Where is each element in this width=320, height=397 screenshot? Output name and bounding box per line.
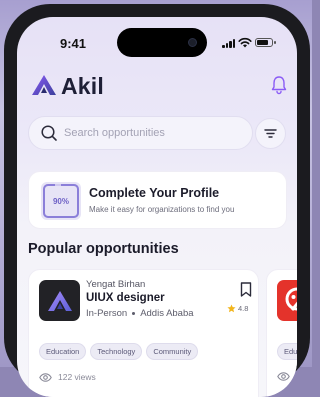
tag-list: Education Technology Community xyxy=(39,343,199,360)
wifi-icon xyxy=(238,37,252,48)
status-time: 9:41 xyxy=(60,36,87,51)
cellular-signal-icon xyxy=(222,39,236,48)
job-meta: In-Person Addis Ababa xyxy=(86,308,194,319)
akil-logo-icon xyxy=(32,75,56,95)
job-location: Addis Ababa xyxy=(140,308,194,319)
dynamic-island xyxy=(117,28,207,57)
rating-value: 4.8 xyxy=(238,304,249,313)
filter-icon xyxy=(264,129,277,138)
views-label: 122 views xyxy=(58,372,96,382)
complete-profile-card[interactable]: 90% Complete Your Profile Make it easy f… xyxy=(28,171,287,229)
company-name: Yengat Birhan xyxy=(86,279,146,290)
profile-progress-badge: 90% xyxy=(41,182,81,220)
profile-card-title: Complete Your Profile xyxy=(89,186,220,200)
section-title: Popular opportunities xyxy=(28,241,179,257)
profile-card-subtitle: Make it easy for organizations to find y… xyxy=(89,205,235,214)
phone-frame: 9:41 Akil Search opportunities 90% Compl… xyxy=(4,4,310,397)
job-mode: In-Person xyxy=(86,308,128,319)
opportunity-card-peek[interactable]: Edu xyxy=(266,269,297,397)
company-logo xyxy=(277,280,297,321)
search-icon xyxy=(41,125,57,141)
separator-dot xyxy=(132,311,136,315)
battery-icon xyxy=(255,38,276,47)
status-bar: 9:41 xyxy=(17,17,297,65)
tag-community[interactable]: Community xyxy=(146,343,199,360)
brand-name: Akil xyxy=(61,73,104,99)
rating: 4.8 xyxy=(227,304,248,313)
eye-icon xyxy=(277,372,290,381)
logo-mark-icon xyxy=(47,290,72,311)
job-title: UIUX designer xyxy=(86,292,165,304)
search-input[interactable]: Search opportunities xyxy=(28,116,253,150)
tag-education[interactable]: Education xyxy=(39,343,87,360)
bookmark-icon[interactable] xyxy=(240,282,252,297)
view-count: 122 views xyxy=(39,372,96,382)
logo-mark-icon xyxy=(285,287,297,311)
camera-icon xyxy=(188,38,197,47)
company-logo xyxy=(39,280,80,321)
eye-icon xyxy=(39,372,52,382)
tag-technology[interactable]: Technology xyxy=(90,343,143,360)
profile-percent: 90% xyxy=(52,196,69,206)
filter-button[interactable] xyxy=(255,118,286,149)
opportunity-card[interactable]: Yengat Birhan UIUX designer In-Person Add… xyxy=(28,269,259,397)
notification-bell-icon[interactable] xyxy=(270,75,288,95)
search-placeholder: Search opportunities xyxy=(64,127,165,139)
tag-partial: Edu xyxy=(277,343,297,360)
app-screen: 9:41 Akil Search opportunities 90% Compl… xyxy=(17,17,297,397)
star-icon xyxy=(227,304,236,313)
